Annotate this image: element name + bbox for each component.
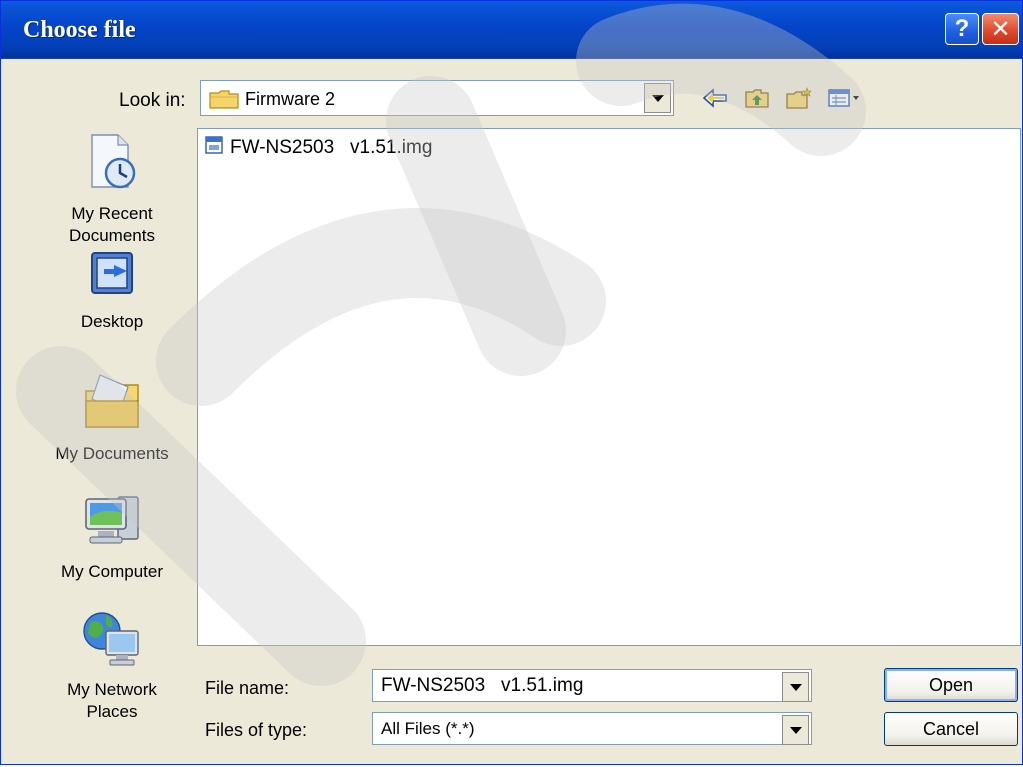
view-menu-icon[interactable]: [827, 84, 861, 112]
open-button[interactable]: Open: [884, 668, 1018, 702]
navigation-toolbar: [701, 83, 861, 113]
choose-file-dialog: Choose file ? ✕ Look in: Firmware 2 My R…: [0, 0, 1023, 765]
place-label-line2: Documents: [69, 226, 155, 245]
help-icon: ?: [954, 15, 970, 42]
file-name-value: FW-NS2503 v1.51.img: [381, 675, 584, 696]
my-computer-icon: [29, 493, 195, 555]
place-my-network-places[interactable]: My Network Places: [29, 609, 195, 723]
look-in-value: Firmware 2: [245, 89, 336, 109]
file-name-label: FW-NS2503 v1.51.img: [230, 136, 433, 158]
look-in-label: Look in:: [119, 90, 186, 111]
up-folder-icon[interactable]: [743, 84, 771, 112]
recent-documents-icon: [29, 131, 195, 197]
files-of-type-dropdown[interactable]: All Files (*.*): [372, 712, 812, 745]
back-icon[interactable]: [701, 84, 729, 112]
cancel-button[interactable]: Cancel: [884, 712, 1018, 746]
chevron-down-icon[interactable]: [782, 715, 809, 745]
my-documents-icon: [29, 371, 195, 437]
file-list[interactable]: FW-NS2503 v1.51.img: [197, 128, 1021, 646]
desktop-icon: [29, 251, 195, 305]
place-label: My Computer: [60, 562, 164, 581]
open-button-label: Open: [928, 674, 974, 695]
files-of-type-value: All Files (*.*): [381, 719, 475, 738]
place-label-line1: My Recent: [71, 204, 153, 223]
close-button[interactable]: ✕: [982, 13, 1019, 45]
new-folder-icon[interactable]: [785, 84, 813, 112]
file-name-label: File name:: [205, 678, 290, 698]
image-file-icon: [204, 135, 224, 160]
place-label-line2: Places: [86, 702, 138, 721]
chevron-down-icon[interactable]: [782, 672, 809, 702]
place-my-computer[interactable]: My Computer: [29, 493, 195, 583]
close-icon: ✕: [990, 15, 1011, 43]
look-in-dropdown[interactable]: Firmware 2: [200, 80, 674, 116]
network-places-icon: [29, 609, 195, 673]
file-name-input[interactable]: FW-NS2503 v1.51.img: [372, 669, 812, 702]
place-my-documents[interactable]: My Documents: [29, 371, 195, 465]
chevron-down-icon[interactable]: [644, 83, 671, 113]
folder-icon: [209, 89, 239, 114]
title-bar[interactable]: Choose file ? ✕: [1, 1, 1022, 59]
cancel-button-label: Cancel: [922, 718, 980, 739]
place-label: Desktop: [80, 312, 144, 331]
place-desktop[interactable]: Desktop: [29, 251, 195, 333]
window-title: Choose file: [23, 17, 136, 43]
place-my-recent-documents[interactable]: My Recent Documents: [29, 131, 195, 247]
files-of-type-label: Files of type:: [205, 720, 308, 740]
place-label: My Documents: [55, 444, 169, 463]
list-item[interactable]: FW-NS2503 v1.51.img: [204, 135, 434, 160]
place-label-line1: My Network: [67, 680, 157, 699]
help-button[interactable]: ?: [945, 13, 979, 45]
places-bar: My Recent Documents Desktop My Documents…: [29, 127, 195, 767]
